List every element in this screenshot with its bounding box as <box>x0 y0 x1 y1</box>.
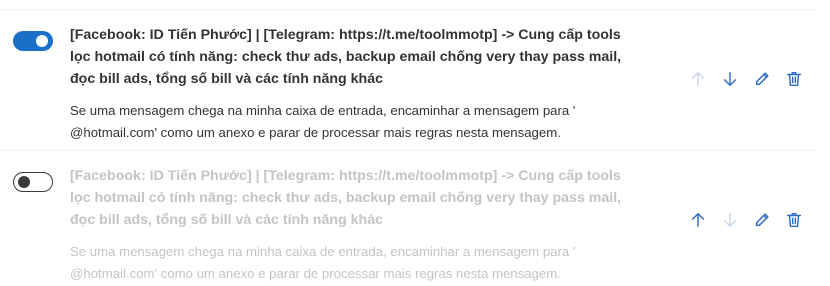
move-down-button[interactable] <box>718 67 742 91</box>
delete-button[interactable] <box>782 67 806 91</box>
edit-button[interactable] <box>750 208 774 232</box>
divider-between-rules <box>0 150 816 151</box>
arrow-up-icon <box>691 71 705 87</box>
rule-description: Se uma mensagem chega na minha caixa de … <box>70 244 576 281</box>
pencil-icon <box>755 72 769 86</box>
divider-top <box>0 9 816 10</box>
edit-button[interactable] <box>750 67 774 91</box>
move-up-button[interactable] <box>686 208 710 232</box>
rule-enabled-toggle[interactable] <box>13 31 53 51</box>
rule-enabled-toggle[interactable] <box>13 172 53 192</box>
pencil-icon <box>755 213 769 227</box>
rule-text: [Facebook: ID Tiến Phước] | [Telegram: h… <box>70 24 630 144</box>
arrow-up-icon <box>691 212 705 228</box>
arrow-down-icon <box>723 212 737 228</box>
rule-actions <box>686 208 806 232</box>
rule-actions <box>686 67 806 91</box>
move-down-button[interactable] <box>718 208 742 232</box>
trash-icon <box>786 71 802 87</box>
toggle-knob <box>18 175 30 188</box>
rule-title: [Facebook: ID Tiến Phước] | [Telegram: h… <box>70 27 622 87</box>
rule-description: Se uma mensagem chega na minha caixa de … <box>70 103 576 140</box>
trash-icon <box>786 212 802 228</box>
move-up-button[interactable] <box>686 67 710 91</box>
rule-title: [Facebook: ID Tiến Phước] | [Telegram: h… <box>70 168 622 228</box>
arrow-down-icon <box>723 71 737 87</box>
toggle-knob <box>36 35 48 47</box>
delete-button[interactable] <box>782 208 806 232</box>
rule-text: [Facebook: ID Tiến Phước] | [Telegram: h… <box>70 165 630 285</box>
